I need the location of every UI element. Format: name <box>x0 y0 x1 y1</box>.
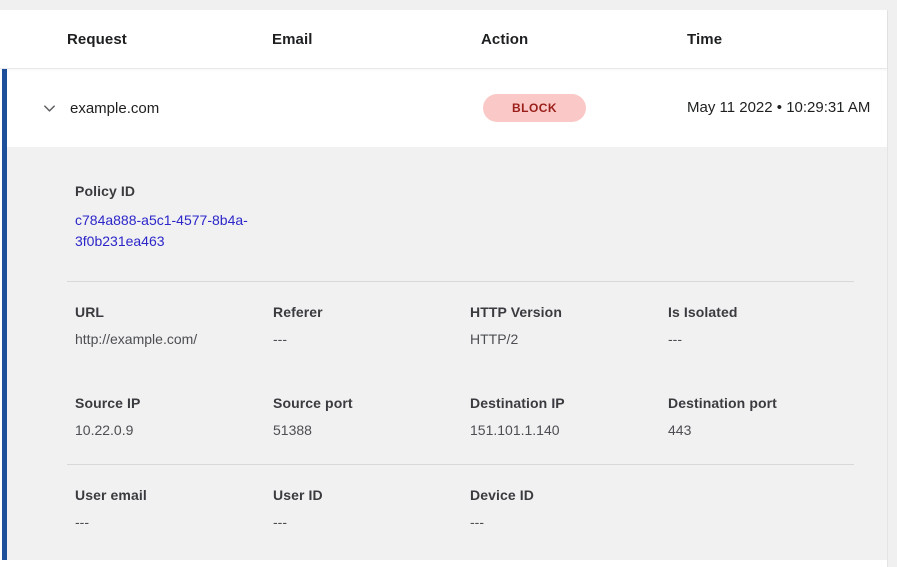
field-label: Destination port <box>668 395 854 411</box>
field-value: 51388 <box>273 422 470 438</box>
detail-field-destination-ip: Destination IP 151.101.1.140 <box>470 395 668 438</box>
detail-field-destination-port: Destination port 443 <box>668 395 854 438</box>
column-header-action: Action <box>481 31 687 48</box>
row-time-value: May 11 2022 • 10:29:31 AM <box>687 96 887 120</box>
field-label: URL <box>75 304 273 320</box>
detail-field-is-isolated: Is Isolated --- <box>668 304 854 347</box>
field-value: --- <box>470 514 668 530</box>
detail-field-referer: Referer --- <box>273 304 470 347</box>
field-label: Referer <box>273 304 470 320</box>
field-value: 10.22.0.9 <box>75 422 273 438</box>
row-details-panel: Policy ID c784a888-a5c1-4577-8b4a-3f0b23… <box>7 147 887 560</box>
row-action-cell: BLOCK <box>483 94 687 122</box>
field-value: http://example.com/ <box>75 331 273 347</box>
table-header: Request Email Action Time <box>0 10 887 69</box>
field-label: User ID <box>273 487 470 503</box>
column-header-request: Request <box>67 31 272 48</box>
detail-field-source-port: Source port 51388 <box>273 395 470 438</box>
log-page: Request Email Action Time example.com BL… <box>0 0 897 567</box>
log-table-card: Request Email Action Time example.com BL… <box>0 10 888 567</box>
field-value: --- <box>273 514 470 530</box>
field-label: Destination IP <box>470 395 668 411</box>
field-label: Source port <box>273 395 470 411</box>
detail-field-empty <box>668 487 854 530</box>
field-label: Is Isolated <box>668 304 854 320</box>
field-value: --- <box>75 514 273 530</box>
expanded-row-group: example.com BLOCK May 11 2022 • 10:29:31… <box>2 69 887 560</box>
policy-id-link[interactable]: c784a888-a5c1-4577-8b4a-3f0b231ea463 <box>75 210 275 252</box>
field-label: Device ID <box>470 487 668 503</box>
detail-field-user-email: User email --- <box>75 487 273 530</box>
column-header-email: Email <box>272 31 481 48</box>
details-grid-row-2: Source IP 10.22.0.9 Source port 51388 De… <box>75 373 854 464</box>
status-badge: BLOCK <box>483 94 586 122</box>
detail-field-url: URL http://example.com/ <box>75 304 273 347</box>
table-row[interactable]: example.com BLOCK May 11 2022 • 10:29:31… <box>7 69 887 147</box>
chevron-down-icon[interactable] <box>42 101 70 116</box>
field-value: --- <box>668 331 854 347</box>
field-value: 443 <box>668 422 854 438</box>
field-value: HTTP/2 <box>470 331 668 347</box>
field-value: --- <box>273 331 470 347</box>
policy-id-section: Policy ID c784a888-a5c1-4577-8b4a-3f0b23… <box>75 147 854 281</box>
details-grid-row-3: User email --- User ID --- Device ID --- <box>75 465 854 556</box>
field-value: 151.101.1.140 <box>470 422 668 438</box>
detail-field-source-ip: Source IP 10.22.0.9 <box>75 395 273 438</box>
detail-field-device-id: Device ID --- <box>470 487 668 530</box>
detail-field-http-version: HTTP Version HTTP/2 <box>470 304 668 347</box>
column-header-time: Time <box>687 31 887 48</box>
field-label: User email <box>75 487 273 503</box>
policy-id-label: Policy ID <box>75 183 854 199</box>
detail-field-user-id: User ID --- <box>273 487 470 530</box>
field-label: HTTP Version <box>470 304 668 320</box>
details-grid-row-1: URL http://example.com/ Referer --- HTTP… <box>75 282 854 373</box>
row-request-value: example.com <box>70 100 483 117</box>
field-label: Source IP <box>75 395 273 411</box>
